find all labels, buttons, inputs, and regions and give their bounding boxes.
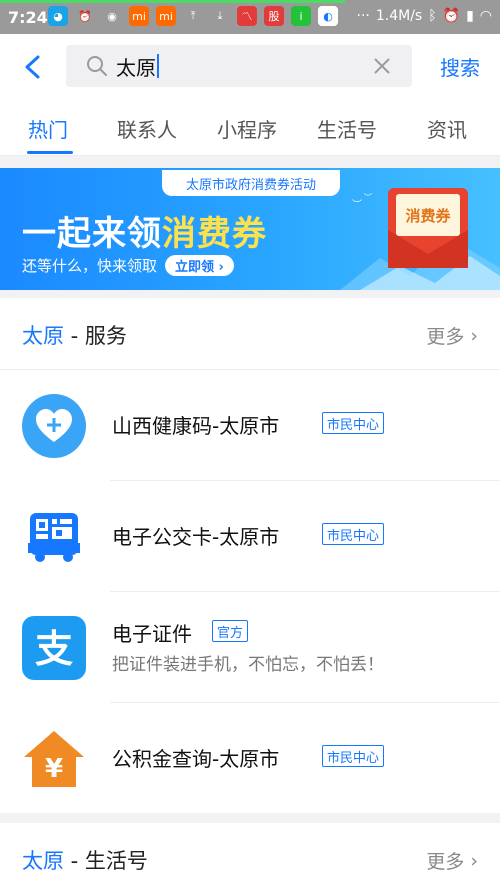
wifi-icon: ◠	[479, 8, 492, 24]
search-icon	[87, 56, 107, 76]
item-name: 山西健康码-太原市	[112, 414, 280, 438]
more-label: 更多	[426, 851, 465, 873]
source-badge: 市民中心	[322, 412, 385, 434]
bus-card-icon	[28, 513, 80, 562]
banner-subtitle-text: 还等什么，快来领取	[22, 257, 158, 275]
text-caret	[157, 54, 159, 78]
search-query: 太原	[116, 55, 156, 80]
progress-line	[0, 0, 345, 3]
life-section-title: 太原 - 生活号	[22, 845, 148, 875]
browser-icon: ◐	[318, 6, 338, 26]
source-badge: 市民中心	[322, 745, 385, 767]
tab-news[interactable]: 资讯	[427, 114, 467, 143]
source-badge: 市民中心	[322, 523, 385, 545]
weibo-icon: ◉	[107, 9, 117, 23]
mi-icon: mi	[129, 6, 149, 26]
active-tab-indicator	[27, 151, 73, 154]
search-button[interactable]: 搜索	[440, 52, 480, 81]
tab-contacts[interactable]: 联系人	[117, 114, 177, 143]
banner-tag: 太原市政府消费券活动	[162, 170, 340, 196]
list-item[interactable]: ¥ 公积金查询-太原市 市民中心	[0, 703, 500, 814]
life-more-link[interactable]: 更多 ›	[426, 847, 478, 874]
signal-icon: ▮	[466, 8, 474, 24]
svg-text:︶: ︶	[352, 199, 362, 211]
more-label: 更多	[426, 326, 465, 348]
upload-icon: ⤒	[190, 9, 196, 22]
alarm-clock-icon: ⏰	[442, 8, 461, 24]
banner-title: 一起来领消费券	[22, 206, 267, 255]
health-heart-icon	[22, 394, 86, 458]
status-right: ··· 1.4M/s ᛒ ⏰ ▮ ◠	[357, 8, 493, 24]
service-section-header: 太原 - 服务 更多 ›	[0, 298, 500, 370]
source-badge: 官方	[212, 620, 249, 642]
more-dots: ···	[356, 8, 370, 24]
claim-now-button[interactable]: 立即领 ›	[165, 255, 234, 276]
svg-text:支: 支	[35, 627, 73, 671]
coupon-envelope-icon: ︶ ︶ 消费券	[340, 188, 500, 290]
tab-life-accounts[interactable]: 生活号	[317, 114, 377, 143]
status-bar: 7:24 ◕ ⏰ ◉ mi mi ⤒ ⤓ 〽 股 i ◐ ··· 1.4M/s …	[0, 0, 500, 34]
back-arrow-icon[interactable]	[18, 52, 48, 82]
stock-icon: 〽	[237, 6, 257, 26]
iqiyi-icon: i	[291, 6, 311, 26]
svg-text:¥: ¥	[45, 754, 63, 784]
mi-icon: mi	[156, 6, 176, 26]
tab-mini-programs[interactable]: 小程序	[217, 114, 277, 143]
section-title-suffix: - 生活号	[64, 849, 148, 873]
qq-icon: ◕	[48, 6, 68, 26]
chevron-right-icon: ›	[470, 849, 478, 872]
housing-fund-icon: ¥	[24, 731, 84, 787]
banner-subtitle: 还等什么，快来领取 立即领 ›	[22, 255, 234, 276]
search-box[interactable]: 太原	[66, 45, 412, 87]
alipay-icon: 支	[22, 616, 86, 680]
item-name: 电子证件	[112, 622, 192, 646]
life-accounts-section: 太原 - 生活号 更多 ›	[0, 823, 500, 888]
bluetooth-icon: ᛒ	[428, 8, 437, 24]
list-item[interactable]: 山西健康码-太原市 市民中心	[0, 370, 500, 481]
alarm-icon: ⏰	[78, 9, 92, 23]
news-icon: 股	[264, 6, 284, 26]
search-input[interactable]: 太原	[116, 52, 159, 80]
chevron-right-icon: ›	[470, 324, 478, 347]
banner-title-highlight: 消费券	[162, 214, 267, 254]
banner-title-prefix: 一起来领	[22, 214, 162, 254]
list-item[interactable]: 电子公交卡-太原市 市民中心	[0, 481, 500, 592]
claim-now-label: 立即领	[175, 260, 215, 275]
coupon-label: 消费券	[405, 207, 451, 225]
category-tabs: 热门 联系人 小程序 生活号 资讯	[0, 100, 500, 156]
item-name: 电子公交卡-太原市	[112, 525, 280, 549]
section-keyword: 太原	[22, 849, 64, 873]
coupon-banner[interactable]: 太原市政府消费券活动 一起来领消费券 还等什么，快来领取 立即领 › ︶ ︶ 消…	[0, 168, 500, 290]
section-title-suffix: - 服务	[64, 324, 127, 348]
service-more-link[interactable]: 更多 ›	[426, 322, 478, 349]
item-description: 把证件装进手机，不怕忘，不怕丢！	[112, 655, 384, 675]
status-time: 7:24	[8, 8, 48, 27]
item-name: 公积金查询-太原市	[112, 747, 280, 771]
section-keyword: 太原	[22, 324, 64, 348]
service-section: 太原 - 服务 更多 › 山西健康码-太原市 市民中心 电子公交卡-太原市 市民中…	[0, 298, 500, 813]
clear-icon[interactable]	[372, 56, 392, 76]
tab-hot[interactable]: 热门	[28, 114, 68, 143]
svg-text:︶: ︶	[364, 192, 372, 202]
list-item[interactable]: 支 电子证件 官方 把证件装进手机，不怕忘，不怕丢！	[0, 592, 500, 703]
notification-icons: ◕ ⏰ ◉ mi mi ⤒ ⤓ 〽 股 i ◐	[48, 6, 338, 26]
net-speed: 1.4M/s	[375, 8, 423, 24]
search-header: 太原 搜索	[0, 34, 500, 100]
service-section-title: 太原 - 服务	[22, 320, 127, 350]
download-icon: ⤓	[217, 9, 223, 22]
